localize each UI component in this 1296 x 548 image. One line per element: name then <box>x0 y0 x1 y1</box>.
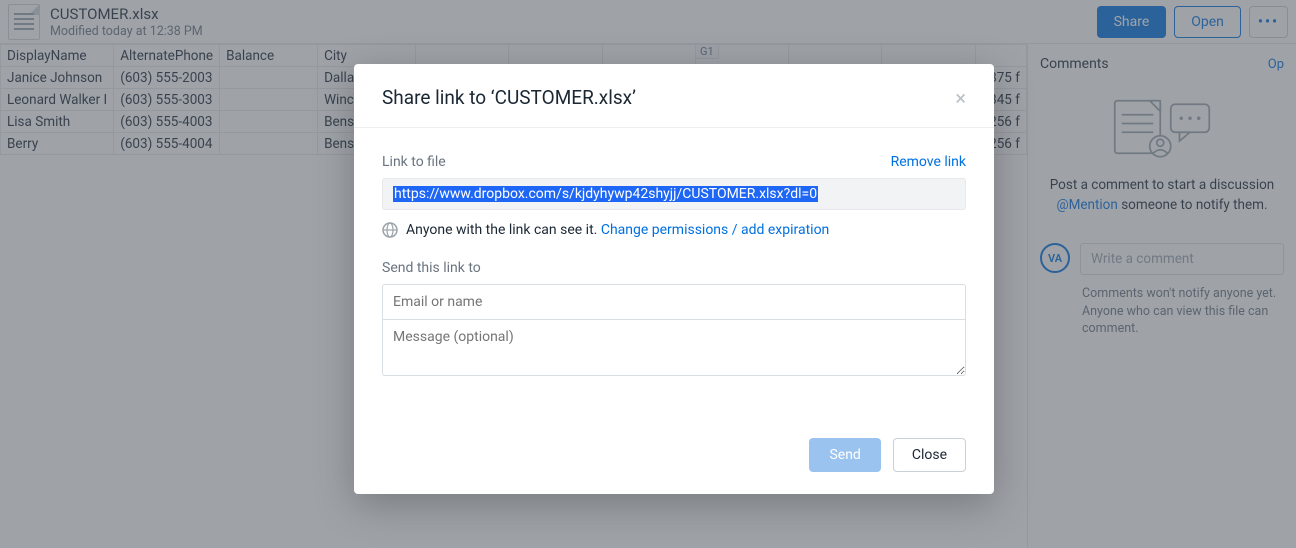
message-input[interactable] <box>382 320 966 376</box>
share-link-value: https://www.dropbox.com/s/kjdyhywp42shyj… <box>393 186 818 202</box>
link-to-file-label: Link to file <box>382 154 446 170</box>
email-or-name-input[interactable] <box>382 284 966 320</box>
share-link-modal: Share link to ‘CUSTOMER.xlsx’ × Link to … <box>354 64 994 494</box>
close-button[interactable]: Close <box>893 438 966 472</box>
globe-icon <box>382 222 398 238</box>
modal-title: Share link to ‘CUSTOMER.xlsx’ <box>382 86 636 109</box>
change-permissions-link[interactable]: Change permissions / add expiration <box>601 222 829 238</box>
close-icon[interactable]: × <box>955 88 966 108</box>
send-button[interactable]: Send <box>809 438 880 472</box>
send-link-label: Send this link to <box>382 260 966 276</box>
remove-link-action[interactable]: Remove link <box>891 154 966 170</box>
share-link-field[interactable]: https://www.dropbox.com/s/kjdyhywp42shyj… <box>382 178 966 210</box>
permission-row: Anyone with the link can see it. Change … <box>382 222 966 238</box>
